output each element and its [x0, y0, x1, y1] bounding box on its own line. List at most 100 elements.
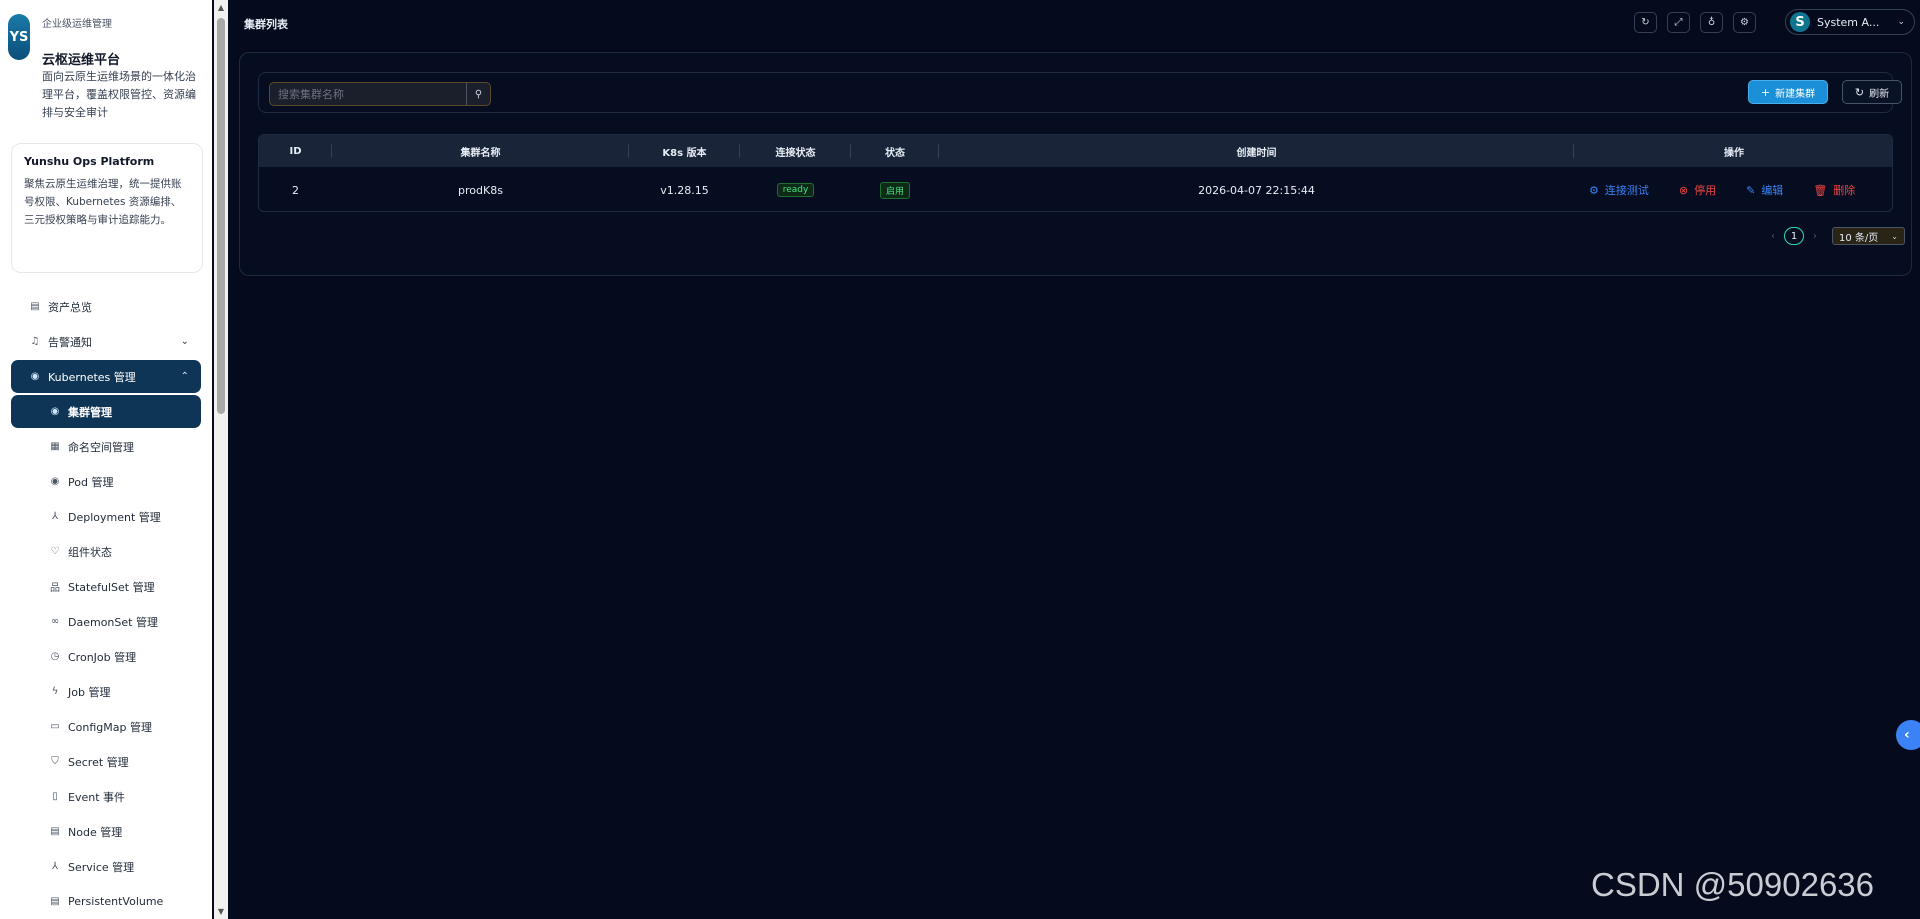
column-header-status: 状态: [851, 135, 939, 167]
delete-button[interactable]: 🗑 删除: [1813, 182, 1855, 198]
brand-title: 云枢运维平台: [42, 53, 121, 68]
sidebar-item-deployment[interactable]: ⅄ Deployment 管理: [11, 500, 201, 533]
sidebar-item-event[interactable]: ▯ Event 事件: [11, 780, 201, 813]
page-number[interactable]: 1: [1784, 227, 1804, 245]
sidebar-item-label: Pod 管理: [68, 475, 114, 489]
collapse-panel-button[interactable]: ‹: [1896, 720, 1920, 750]
test-connection-button[interactable]: ⚙ 连接测试: [1589, 182, 1649, 198]
status-badge: 启用: [879, 181, 910, 199]
sidebar-item-label: 组件状态: [68, 545, 112, 559]
search-button[interactable]: ⚲: [466, 83, 490, 105]
server-icon: ▤: [50, 826, 60, 837]
refresh-label: 刷新: [1869, 88, 1890, 100]
pod-icon: ◉: [50, 476, 60, 487]
column-header-label: 创建时间: [1236, 147, 1277, 159]
chevron-down-icon: ⌄: [1891, 231, 1898, 241]
row-actions: ⚙ 连接测试 ⊗ 停用 ✎ 编辑 🗑 删除: [1589, 168, 1885, 211]
sidebar-scrollbar[interactable]: ▲ ▼: [214, 0, 228, 919]
column-header-label: 状态: [885, 147, 905, 159]
gear-icon: ⚙: [1589, 183, 1599, 197]
edit-button[interactable]: ✎ 编辑: [1746, 182, 1783, 198]
sidebar-item-label: Deployment 管理: [68, 510, 161, 524]
search-input[interactable]: [270, 83, 466, 105]
close-circle-icon: ⊗: [1678, 183, 1689, 197]
scrollbar-thumb[interactable]: [217, 18, 225, 414]
kubernetes-icon: ◉: [30, 371, 40, 382]
sidebar-item-secret[interactable]: ⛉ Secret 管理: [11, 745, 201, 778]
sidebar-item-label: StatefulSet 管理: [68, 580, 155, 594]
sidebar-item-job[interactable]: ϟ Job 管理: [11, 675, 201, 708]
page-title: 集群列表: [244, 18, 288, 31]
pagination: ‹ 1 › 10 条/页 ⌄: [1766, 226, 1905, 246]
sidebar-item-service[interactable]: ⅄ Service 管理: [11, 850, 201, 883]
settings-button[interactable]: ⚙: [1733, 12, 1756, 33]
sidebar-item-label: Job 管理: [68, 685, 111, 699]
scroll-down-icon[interactable]: ▼: [216, 907, 226, 916]
bell-icon: ♫: [30, 336, 40, 347]
user-name: System A...: [1817, 15, 1880, 29]
table-header: ID 集群名称 K8s 版本 连接状态 状态 创建时间 操作: [259, 135, 1892, 167]
cell-connection: ready: [740, 168, 851, 211]
watermark: CSDN @50902636: [1591, 866, 1874, 903]
cluster-table: ID 集群名称 K8s 版本 连接状态 状态 创建时间 操作 2 prodK8s…: [258, 134, 1893, 212]
prev-page-icon[interactable]: ‹: [1766, 231, 1780, 242]
column-header-name: 集群名称: [332, 135, 629, 167]
sidebar-item-cronjob[interactable]: ◷ CronJob 管理: [11, 640, 201, 673]
sidebar-item-label: 命名空间管理: [68, 440, 134, 454]
column-header-label: ID: [289, 145, 302, 157]
edit-icon: ✎: [1746, 183, 1756, 197]
statefulset-icon: 品: [50, 583, 60, 594]
sidebar-item-label: 集群管理: [68, 405, 112, 419]
action-label: 编辑: [1761, 184, 1784, 197]
brand-description: 面向云原生运维场景的一体化治理平台，覆盖权限管控、资源编排与安全审计: [42, 70, 196, 119]
sidebar-item-namespace[interactable]: ▦ 命名空间管理: [11, 430, 201, 463]
column-header-label: 操作: [1724, 147, 1744, 159]
bulb-icon: ♁: [1707, 17, 1716, 28]
sidebar-item-kubernetes[interactable]: ◉ Kubernetes 管理 ⌃: [11, 360, 201, 393]
new-cluster-button[interactable]: + 新建集群: [1748, 80, 1828, 104]
sidebar-item-statefulset[interactable]: 品 StatefulSet 管理: [11, 570, 201, 603]
sidebar-item-node[interactable]: ▤ Node 管理: [11, 815, 201, 848]
scroll-up-icon[interactable]: ▲: [216, 3, 226, 12]
list-icon: ▤: [30, 301, 40, 312]
chevron-down-icon: ⌄: [1897, 17, 1905, 27]
disable-button[interactable]: ⊗ 停用: [1679, 182, 1716, 198]
shield-icon: ⛉: [51, 756, 59, 767]
refresh-button[interactable]: ↻ 刷新: [1842, 80, 1902, 104]
sidebar-item-daemonset[interactable]: ∞ DaemonSet 管理: [11, 605, 201, 638]
sidebar-item-assets[interactable]: ▤ 资产总览: [11, 290, 201, 323]
user-menu[interactable]: S System A... ⌄: [1785, 9, 1915, 35]
cell-status: 启用: [851, 168, 939, 211]
column-header-label: 集群名称: [460, 147, 501, 159]
new-cluster-label: 新建集群: [1775, 88, 1816, 100]
theme-button[interactable]: ♁: [1700, 12, 1723, 33]
cell-name: prodK8s: [458, 183, 503, 197]
log-icon: ▯: [52, 791, 58, 802]
page-size-select[interactable]: 10 条/页 ⌄: [1832, 227, 1905, 245]
fullscreen-button[interactable]: ⤢: [1667, 12, 1690, 33]
next-page-icon[interactable]: ›: [1808, 231, 1822, 242]
sidebar-item-persistentvolume[interactable]: ▤ PersistentVolume: [11, 885, 201, 918]
heart-icon: ♡: [50, 546, 60, 557]
reload-icon: ↻: [1641, 17, 1650, 28]
sidebar-item-label: Kubernetes 管理: [48, 370, 136, 384]
clock-icon: ◷: [50, 651, 60, 662]
sidebar-item-alerts[interactable]: ♫ 告警通知 ⌄: [11, 325, 201, 358]
fullscreen-icon: ⤢: [1674, 17, 1683, 28]
sidebar-item-configmap[interactable]: ▭ ConfigMap 管理: [11, 710, 201, 743]
avatar: S: [1790, 12, 1810, 32]
chevron-left-icon: ‹: [1904, 727, 1910, 743]
page-size-value: 10 条/页: [1839, 232, 1879, 244]
sidebar-item-pod[interactable]: ◉ Pod 管理: [11, 465, 201, 498]
action-label: 删除: [1833, 184, 1856, 197]
search-box: ⚲: [269, 82, 491, 106]
sidebar-nav: ▤ 资产总览 ♫ 告警通知 ⌄ ◉ Kubernetes 管理 ⌃ ◉ 集群管理…: [0, 290, 212, 919]
sidebar-item-label: PersistentVolume: [68, 895, 164, 908]
reload-button[interactable]: ↻: [1634, 12, 1657, 33]
sidebar-item-component[interactable]: ♡ 组件状态: [11, 535, 201, 568]
storage-icon: ▤: [50, 896, 60, 907]
sidebar-item-cluster[interactable]: ◉ 集群管理: [11, 395, 201, 428]
search-icon: ⚲: [474, 88, 483, 100]
deployment-icon: ⅄: [51, 511, 59, 522]
column-header-connection: 连接状态: [740, 135, 851, 167]
